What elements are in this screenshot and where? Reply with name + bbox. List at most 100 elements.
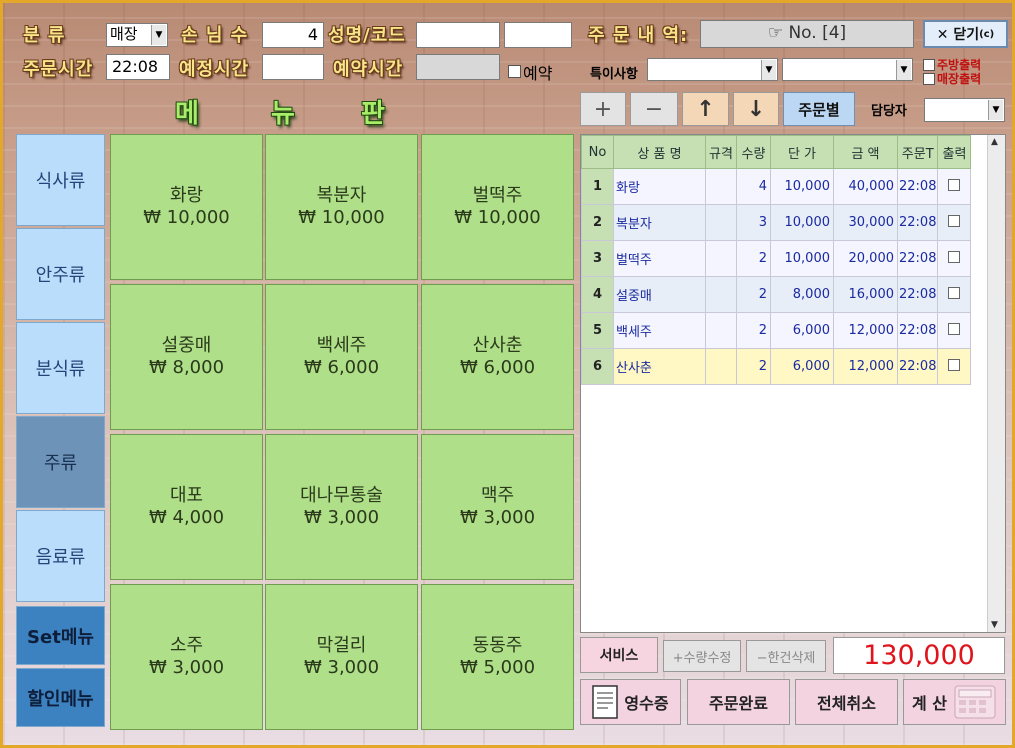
scheduled-time-label: 예정시간 [179,59,250,80]
staff-select[interactable]: ▼ [924,98,1005,122]
special-notes-select[interactable]: ▼ [647,58,778,81]
order-row[interactable]: 6 산사춘 2 6,000 12,000 22:08 [581,348,972,385]
guests-input[interactable]: 4 [262,22,324,48]
menu-item-name: 화랑 [169,185,204,206]
order-column-header[interactable]: 출력 [937,135,972,169]
menu-item-button[interactable]: 맥주 ₩ 3,000 [421,434,574,580]
menu-item-button[interactable]: 복분자 ₩ 10,000 [265,134,418,280]
category-label: 분 류 [23,25,66,46]
checkout-label: 계 산 [912,694,948,713]
order-cell-price: 10,000 [770,240,834,277]
category-button[interactable]: 음료류 [16,510,105,602]
order-column-header[interactable]: No [581,135,614,169]
print-checkbox[interactable] [948,178,961,191]
name-input[interactable] [416,22,500,48]
store-print-checkbox[interactable] [923,73,935,85]
code-input[interactable] [504,22,572,48]
order-row[interactable]: 1 화랑 4 10,000 40,000 22:08 [581,168,972,205]
order-scrollbar[interactable]: ▲ ▼ [987,135,1005,632]
category-select[interactable]: 매장 ▼ [106,23,168,47]
category-button[interactable]: Set메뉴 [16,606,105,665]
kitchen-print-checkbox[interactable] [923,59,935,71]
cancel-all-button[interactable]: 전체취소 [795,679,898,725]
reservation-time-input[interactable] [416,54,500,80]
order-grid[interactable]: No 상 품 명 규격 수량 단 가금 액 주문T 출력 1 화랑 4 10,000 40,000 2… [580,134,1006,633]
order-cell-qty: 2 [736,312,771,349]
menu-item-button[interactable]: 설중매 ₩ 8,000 [110,284,263,430]
print-checkbox[interactable] [948,250,961,263]
menu-item-button[interactable]: 화랑 ₩ 10,000 [110,134,263,280]
order-cell-amount: 12,000 [833,312,898,349]
move-up-button[interactable]: ↑ [682,92,729,126]
print-checkbox[interactable] [948,322,961,335]
qty-edit-button[interactable]: +수량수정 [663,640,741,672]
service-button[interactable]: 서비스 [580,637,658,673]
menu-item-button[interactable]: 소주 ₩ 3,000 [110,584,263,730]
category-button[interactable]: 식사류 [16,134,105,226]
menu-item-button[interactable]: 벌떡주 ₩ 10,000 [421,134,574,280]
menu-item-button[interactable]: 동동주 ₩ 5,000 [421,584,574,730]
scroll-down-icon[interactable]: ▼ [991,620,998,630]
order-cell-qty: 3 [736,204,771,241]
menu-item-button[interactable]: 백세주 ₩ 6,000 [265,284,418,430]
close-button[interactable]: ✕ 닫기 (c) [923,20,1008,48]
menu-item-button[interactable]: 대포 ₩ 4,000 [110,434,263,580]
menu-item-name: 백세주 [316,335,367,356]
order-column-header[interactable]: 상 품 명 [613,135,706,169]
order-cell-no: 1 [581,168,614,205]
by-order-button[interactable]: 주문별 [783,92,855,126]
checkout-button[interactable]: 계 산 [903,679,1006,725]
print-checkbox[interactable] [948,214,961,227]
move-down-button[interactable]: ↓ [733,92,779,126]
order-cell-no: 5 [581,312,614,349]
reservation-checkbox[interactable] [508,65,521,78]
order-complete-button[interactable]: 주문완료 [687,679,790,725]
menu-title-char: 판 [361,99,386,129]
order-column-header[interactable]: 금 액 [833,135,898,169]
order-row[interactable]: 2 복분자 3 10,000 30,000 22:08 [581,204,972,241]
print-checkbox[interactable] [948,358,961,371]
plus-button[interactable]: + [580,92,626,126]
category-button[interactable]: 안주류 [16,228,105,320]
close-button-label: ✕ 닫기 [936,27,980,43]
order-row[interactable]: 5 백세주 2 6,000 12,000 22:08 [581,312,972,349]
order-row[interactable]: 4 설중매 2 8,000 16,000 22:08 [581,276,972,313]
order-column-header[interactable]: 규격 [705,135,737,169]
special-notes-select-2[interactable]: ▼ [782,58,913,81]
menu-item-button[interactable]: 대나무통술 ₩ 3,000 [265,434,418,580]
scroll-up-icon[interactable]: ▲ [991,137,998,147]
chevron-down-icon: ▼ [761,60,776,80]
order-cell-spec [705,240,737,277]
order-cell-qty: 4 [736,168,771,205]
menu-item-button[interactable]: 막걸리 ₩ 3,000 [265,584,418,730]
order-number-display: ☞ No. [4] [700,20,914,48]
minus-button[interactable]: − [630,92,678,126]
order-cell-spec [705,168,737,205]
receipt-label: 영수증 [624,694,669,713]
category-button[interactable]: 분식류 [16,322,105,414]
menu-item-button[interactable]: 산사춘 ₩ 6,000 [421,284,574,430]
menu-item-price: ₩ 3,000 [148,657,225,678]
order-column-header[interactable]: 단 가 [770,135,834,169]
order-time-input[interactable]: 22:08 [106,54,170,80]
order-cell-name: 화랑 [613,168,706,205]
order-cell-price: 6,000 [770,312,834,349]
order-column-header[interactable]: 주문T [896,135,939,169]
category-button[interactable]: 주류 [16,416,105,508]
receipt-button[interactable]: 영수증 [580,679,681,725]
order-cell-amount: 12,000 [833,348,898,385]
menu-item-price: ₩ 3,000 [459,507,536,528]
category-button[interactable]: 할인메뉴 [16,668,105,727]
order-row[interactable]: 3 벌떡주 2 10,000 20,000 22:08 [581,240,972,277]
order-cell-print [937,240,972,277]
guests-label: 손 님 수 [181,25,249,46]
delete-one-button[interactable]: −한건삭제 [746,640,826,672]
menu-item-name: 동동주 [472,635,523,656]
menu-item-name: 대나무통술 [300,485,383,506]
order-column-header[interactable]: 수량 [736,135,771,169]
reservation-time-label: 예약시간 [333,59,404,80]
print-checkbox[interactable] [948,286,961,299]
scheduled-time-input[interactable] [262,54,324,80]
chevron-down-icon: ▼ [896,60,911,80]
menu-item-price: ₩ 6,000 [459,357,536,378]
